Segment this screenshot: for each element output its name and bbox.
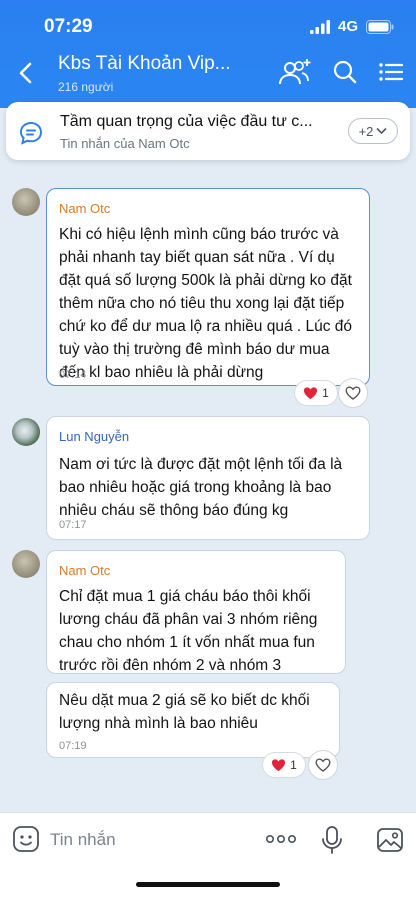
heart-icon <box>272 759 286 772</box>
message-text: Nêu dặt mua 2 giá sẽ ko biết dc khối lượ… <box>59 692 310 732</box>
reaction-count: 1 <box>322 386 329 400</box>
battery-icon <box>366 19 394 34</box>
status-indicators: 4G <box>309 18 394 35</box>
react-button[interactable] <box>308 750 338 780</box>
pinned-more-button[interactable]: +2 <box>348 118 398 144</box>
pinned-message-bar[interactable]: Tầm quan trọng của việc đầu tư c... Tin … <box>6 102 410 160</box>
message-input[interactable]: Tin nhắn <box>50 830 116 850</box>
sender-name[interactable]: Nam Otc <box>59 563 110 578</box>
status-time: 07:29 <box>44 16 93 37</box>
reaction-badge[interactable]: 1 <box>294 380 338 406</box>
search-icon[interactable] <box>332 58 358 86</box>
group-title[interactable]: Kbs Tài Khoản Vip... <box>58 53 231 75</box>
message-time: 07:14 <box>59 369 87 381</box>
pinned-more-label: +2 <box>358 123 374 139</box>
message-bubble[interactable]: Lun Nguyễn Nam ơi tức là được đặt một lệ… <box>46 416 370 540</box>
home-indicator <box>136 882 280 887</box>
chevron-down-icon <box>376 127 387 135</box>
message-text: Nam ơi tức là được đặt một lệnh tối đa l… <box>59 456 343 519</box>
reaction-badge[interactable]: 1 <box>262 752 306 778</box>
message-time: 07:17 <box>59 519 87 531</box>
image-icon[interactable] <box>376 827 404 853</box>
message-bubble[interactable]: Nam Otc Khi có hiệu lệnh mình cũng báo t… <box>46 188 370 386</box>
chat-header: 07:29 4G Kbs Tài Khoản Vip... 216 người <box>0 0 416 108</box>
add-member-icon[interactable] <box>278 58 312 86</box>
avatar-nam-otc[interactable] <box>12 188 40 216</box>
reaction-count: 1 <box>290 758 297 772</box>
avatar-lun-nguyen[interactable] <box>12 418 40 446</box>
heart-icon <box>304 387 318 400</box>
signal-icon <box>309 19 330 34</box>
sender-name[interactable]: Nam Otc <box>59 201 110 216</box>
avatar-nam-otc[interactable] <box>12 550 40 578</box>
menu-list-icon[interactable] <box>378 58 404 86</box>
message-time: 07:19 <box>59 740 87 752</box>
member-count: 216 người <box>58 80 114 94</box>
heart-outline-icon <box>315 758 331 772</box>
pinned-title: Tầm quan trọng của việc đầu tư c... <box>60 113 313 130</box>
react-button[interactable] <box>338 378 368 408</box>
microphone-icon[interactable] <box>321 825 343 855</box>
sender-name[interactable]: Lun Nguyễn <box>59 429 129 444</box>
back-icon[interactable] <box>14 60 40 86</box>
heart-outline-icon <box>345 386 361 400</box>
sticker-icon[interactable] <box>12 825 40 853</box>
chat-bubble-icon <box>19 121 43 145</box>
message-bubble[interactable]: Nam Otc Chỉ đặt mua 1 giá cháu báo thôi … <box>46 550 346 674</box>
network-label: 4G <box>337 18 358 35</box>
pinned-subtitle: Tin nhắn của Nam Otc <box>60 136 190 151</box>
message-text: Chỉ đặt mua 1 giá cháu báo thôi khối lươ… <box>59 588 318 674</box>
message-bubble[interactable]: Nêu dặt mua 2 giá sẽ ko biết dc khối lượ… <box>46 682 340 758</box>
message-text: Khi có hiệu lệnh mình cũng báo trước và … <box>59 226 353 381</box>
more-icon[interactable] <box>265 829 297 849</box>
